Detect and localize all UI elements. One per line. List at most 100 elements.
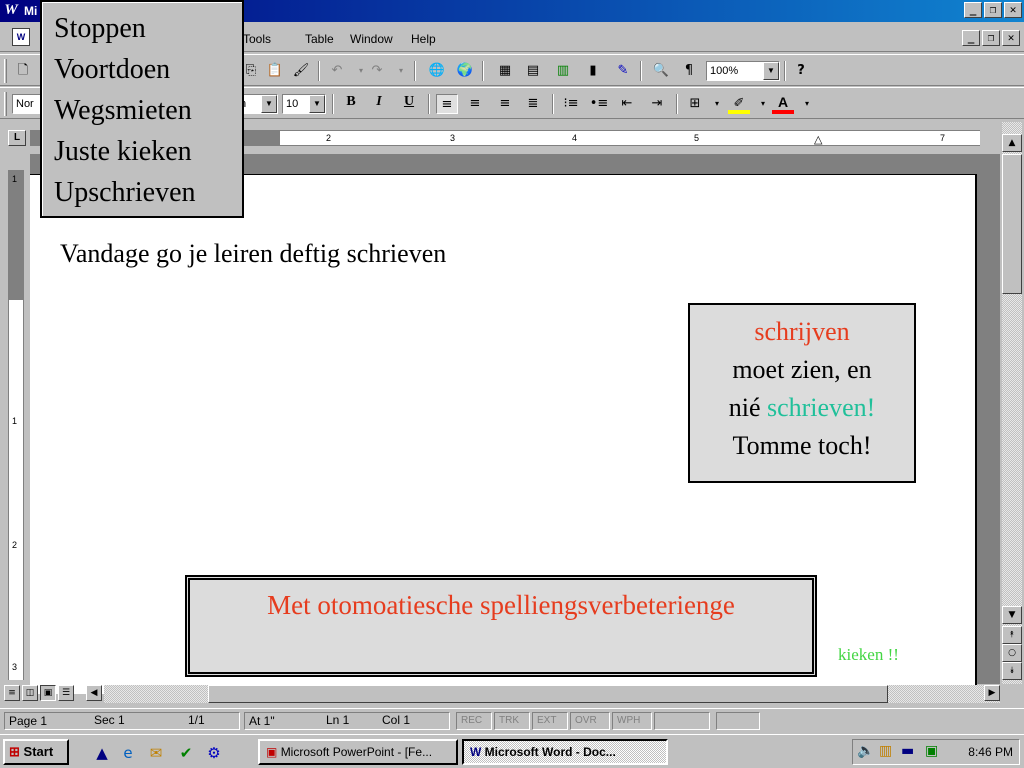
- italic-button[interactable]: I: [368, 94, 390, 114]
- bold-button[interactable]: B: [340, 94, 362, 114]
- insert-hyperlink-icon[interactable]: 🌐: [426, 61, 448, 81]
- font-dropdown-icon[interactable]: ▼: [261, 95, 277, 113]
- vertical-scroll-thumb[interactable]: [1002, 154, 1022, 294]
- outline-view-icon[interactable]: ☰: [58, 685, 74, 701]
- borders-dropdown-icon[interactable]: ▾: [706, 94, 728, 114]
- horizontal-scroll-thumb[interactable]: [208, 685, 888, 703]
- scroll-left-arrow-icon[interactable]: ◀: [86, 685, 102, 701]
- align-left-icon[interactable]: ≡: [436, 94, 458, 114]
- insert-table-icon[interactable]: ▤: [522, 61, 544, 81]
- style-combo[interactable]: Nor: [12, 94, 42, 114]
- show-hide-icon[interactable]: ¶: [678, 61, 700, 81]
- paste-icon[interactable]: 📋: [264, 61, 286, 81]
- minimize-button[interactable]: _: [964, 2, 982, 18]
- vertical-scrollbar[interactable]: ▲ ▼ ⯭ ○ ⯯: [1002, 122, 1022, 684]
- menu-item-window[interactable]: Window: [350, 32, 393, 46]
- start-button[interactable]: ⊞ Start: [3, 739, 69, 765]
- doc-restore-button[interactable]: ❐: [982, 30, 1000, 46]
- web-layout-view-icon[interactable]: ◫: [22, 685, 38, 701]
- outlook-express-icon[interactable]: ✉: [146, 743, 166, 763]
- vertical-ruler[interactable]: 1 1 2 3: [8, 170, 24, 680]
- web-toolbar-icon[interactable]: 🌍: [454, 61, 476, 81]
- highlight-dropdown-icon[interactable]: ▾: [752, 94, 774, 114]
- menu-item-table[interactable]: Table: [305, 32, 334, 46]
- toolbar-grip[interactable]: [4, 59, 7, 83]
- display-icon[interactable]: ▣: [925, 743, 938, 759]
- doc-close-button[interactable]: ✕: [1002, 30, 1020, 46]
- highlight-icon[interactable]: ✐: [728, 94, 750, 114]
- decrease-indent-icon[interactable]: ⇤: [616, 94, 638, 114]
- right-indent-marker-icon[interactable]: △: [814, 133, 822, 146]
- document-icon[interactable]: W: [12, 28, 30, 46]
- help-icon[interactable]: ?: [790, 61, 812, 81]
- scroll-up-arrow-icon[interactable]: ▲: [1002, 134, 1022, 152]
- redo-dropdown-icon[interactable]: ▾: [390, 61, 412, 81]
- status-wph[interactable]: WPH: [612, 712, 652, 730]
- callout-box[interactable]: schrijven moet zien, en nié schrieven! T…: [688, 303, 916, 483]
- previous-page-icon[interactable]: ⯭: [1002, 626, 1022, 644]
- align-right-icon[interactable]: ≡: [494, 94, 516, 114]
- tab-selector[interactable]: L: [8, 130, 26, 146]
- clock[interactable]: 8:46 PM: [968, 745, 1013, 759]
- volume-icon[interactable]: 🔈: [857, 743, 874, 759]
- status-ovr[interactable]: OVR: [570, 712, 610, 730]
- word-app-icon[interactable]: W: [2, 2, 20, 19]
- drawing-icon[interactable]: ✎: [612, 61, 634, 81]
- channels-icon[interactable]: ✔: [176, 743, 196, 763]
- borders-icon[interactable]: ⊞: [684, 94, 706, 114]
- undo-icon[interactable]: ↶: [326, 61, 348, 81]
- format-painter-icon[interactable]: 🖌: [290, 61, 312, 81]
- quick-launch-icon[interactable]: ⚙: [204, 743, 224, 763]
- popup-item-wegsmieten[interactable]: Wegsmieten: [54, 90, 242, 131]
- next-page-icon[interactable]: ⯯: [1002, 662, 1022, 680]
- status-spelling-cell[interactable]: [654, 712, 710, 730]
- popup-item-upschrieven[interactable]: Upschrieven: [54, 172, 242, 213]
- zoom-dropdown-icon[interactable]: ▼: [763, 62, 779, 80]
- modem-icon[interactable]: ▥: [879, 743, 892, 759]
- toolbar-separator: [640, 61, 642, 81]
- scroll-right-arrow-icon[interactable]: ▶: [984, 685, 1000, 701]
- status-ext[interactable]: EXT: [532, 712, 568, 730]
- print-layout-view-icon[interactable]: ▣: [40, 685, 56, 701]
- horizontal-scrollbar[interactable]: [104, 685, 1000, 703]
- redo-icon[interactable]: ↷: [366, 61, 388, 81]
- tables-borders-icon[interactable]: ▦: [494, 61, 516, 81]
- show-desktop-icon[interactable]: ▲: [92, 743, 112, 763]
- popup-item-stoppen[interactable]: Stoppen: [54, 8, 242, 49]
- align-center-icon[interactable]: ≡: [464, 94, 486, 114]
- toolbar-grip[interactable]: [4, 92, 7, 116]
- status-rec[interactable]: REC: [456, 712, 492, 730]
- doc-minimize-button[interactable]: _: [962, 30, 980, 46]
- close-button[interactable]: ✕: [1004, 2, 1022, 18]
- columns-icon[interactable]: ▮: [582, 61, 604, 81]
- font-size-dropdown-icon[interactable]: ▼: [309, 95, 325, 113]
- font-color-icon[interactable]: A: [772, 94, 794, 114]
- font-size-combo[interactable]: 10 ▼: [282, 94, 326, 114]
- menu-item-help[interactable]: Help: [411, 32, 436, 46]
- popup-item-juste-kieken[interactable]: Juste kieken: [54, 131, 242, 172]
- menu-item-tools[interactable]: Tools: [243, 32, 271, 46]
- start-label: Start: [23, 744, 54, 759]
- justify-icon[interactable]: ≣: [522, 94, 544, 114]
- popup-item-voortdoen[interactable]: Voortdoen: [54, 49, 242, 90]
- numbering-icon[interactable]: ⁝≡: [560, 94, 582, 114]
- font-color-dropdown-icon[interactable]: ▾: [796, 94, 818, 114]
- select-browse-object-icon[interactable]: ○: [1002, 644, 1022, 662]
- new-document-icon[interactable]: 🗋: [12, 61, 34, 81]
- restore-button[interactable]: ❐: [984, 2, 1002, 18]
- network-icon[interactable]: ▬: [901, 743, 914, 759]
- status-trk[interactable]: TRK: [494, 712, 530, 730]
- insert-excel-icon[interactable]: ▥: [552, 61, 574, 81]
- internet-explorer-icon[interactable]: e: [118, 743, 138, 763]
- underline-button[interactable]: U: [398, 94, 420, 114]
- taskbar-task-word[interactable]: W Microsoft Word - Doc...: [462, 739, 668, 765]
- normal-view-icon[interactable]: ≡: [4, 685, 20, 701]
- increase-indent-icon[interactable]: ⇥: [646, 94, 668, 114]
- taskbar-task-powerpoint[interactable]: ▣ Microsoft PowerPoint - [Fe...: [258, 739, 458, 765]
- bullets-icon[interactable]: •≡: [588, 94, 610, 114]
- spelling-box[interactable]: Met otomoatiesche spelliengsverbeterieng…: [185, 575, 817, 677]
- scroll-down-arrow-icon[interactable]: ▼: [1002, 606, 1022, 624]
- zoom-combo[interactable]: 100% ▼: [706, 61, 780, 81]
- document-page[interactable]: Vandage go je leiren deftig schrieven sc…: [30, 174, 977, 694]
- document-map-icon[interactable]: 🔍: [650, 61, 672, 81]
